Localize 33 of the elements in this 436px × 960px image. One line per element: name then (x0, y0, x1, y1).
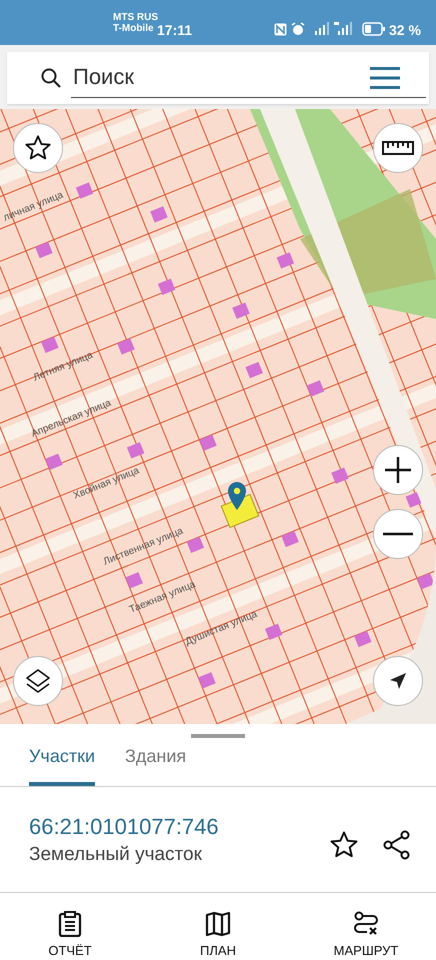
carrier-name: MTS RUS (113, 12, 158, 23)
navigation-arrow-icon (389, 672, 407, 690)
nav-button[interactable]: ОТЧЁТ (20, 910, 120, 960)
drag-handle[interactable] (191, 734, 245, 738)
share-icon[interactable] (383, 830, 411, 860)
minus-icon (383, 532, 413, 536)
location-pin-icon (228, 482, 246, 510)
carrier-name: T-Mobile (113, 23, 155, 34)
signal-icon (315, 22, 329, 35)
search-icon[interactable] (40, 66, 62, 89)
parcel-type: Земельный участок (29, 842, 203, 867)
tab[interactable]: Здания (125, 723, 186, 786)
nav-button[interactable]: МАРШРУТ (316, 910, 416, 960)
star-icon (24, 134, 52, 162)
map-icon (205, 910, 231, 936)
ruler-icon (382, 140, 414, 155)
search-bar[interactable]: Поиск (7, 52, 429, 104)
battery-percentage: 32 % (389, 21, 421, 40)
street-label: Летняя улица (31, 348, 96, 386)
battery-icon (362, 22, 386, 36)
plus-icon (383, 454, 413, 485)
cadastral-number: 66:21:0101077:746 (29, 812, 220, 841)
route-icon (353, 910, 379, 936)
star-icon[interactable] (329, 830, 359, 860)
clipboard-icon (58, 910, 82, 936)
menu-icon[interactable] (370, 66, 400, 89)
nfc-icon (274, 23, 287, 36)
clock: 17:11 (157, 21, 192, 40)
alarm-icon (291, 22, 305, 36)
layers-icon (24, 666, 52, 695)
nav-button[interactable]: ПЛАН (168, 910, 268, 960)
tab[interactable]: Участки (29, 723, 95, 786)
signal-icon (334, 22, 352, 35)
